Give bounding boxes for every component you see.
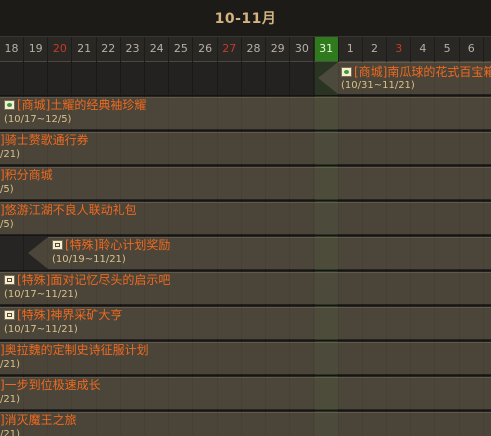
event-date-range: /5)	[0, 219, 14, 230]
event-title[interactable]: ]悠游江湖不良人联动礼包	[0, 203, 137, 217]
event-title[interactable]: ]骑士赘歌通行券	[0, 133, 89, 147]
event-title-text: [特殊]聆心计划奖励	[65, 238, 171, 252]
day-cell: 19	[24, 37, 49, 61]
event-title[interactable]: ]消灭魔王之旅	[0, 413, 77, 427]
event-date-range: /21)	[0, 149, 20, 160]
event-title-text: [特殊]面对记忆尽头的启示吧	[17, 273, 171, 287]
event-date-range: (10/31~11/21)	[341, 80, 415, 91]
day-cell: 23	[121, 37, 145, 61]
shop-icon	[341, 67, 352, 77]
event-row[interactable]: [特殊]聆心计划奖励 (10/19~11/21)	[0, 236, 491, 271]
day-cell: 2	[363, 37, 387, 61]
shop-icon	[4, 100, 15, 110]
event-row[interactable]: [商城]南瓜球的花式百宝箱 (10/31~11/21)	[0, 61, 491, 96]
special-icon	[52, 240, 63, 250]
event-date-range: (10/17~11/21)	[4, 324, 78, 335]
day-cell: 4	[411, 37, 436, 61]
event-date-range: /21)	[0, 359, 20, 370]
event-title[interactable]: [特殊]神界采矿大亨	[4, 308, 122, 322]
day-cell: 18	[0, 37, 24, 61]
event-row[interactable]: ]积分商城/5)	[0, 166, 491, 201]
event-title-text: ]奥拉魏的定制史诗征服计划	[0, 343, 149, 357]
event-title-text: ]积分商城	[0, 168, 53, 182]
day-cell: 5	[436, 37, 460, 61]
event-title-text: ]悠游江湖不良人联动礼包	[0, 203, 137, 217]
event-row[interactable]: ]奥拉魏的定制史诗征服计划/21)	[0, 341, 491, 376]
event-title[interactable]: ]积分商城	[0, 168, 53, 182]
event-row[interactable]: [商城]土耀的经典袖珍耀 (10/17~12/5)	[0, 96, 491, 131]
event-title-text: ]骑士赘歌通行券	[0, 133, 89, 147]
event-title[interactable]: ]一步到位极速成长	[0, 378, 101, 392]
event-calendar: 10-11月 18 19 20 21 22 23 24 25 26 27 28 29 30 31 1 2 3 4 5…	[0, 0, 491, 436]
event-bar[interactable]	[0, 167, 491, 199]
event-title-text: [商城]南瓜球的花式百宝箱	[354, 65, 491, 79]
event-title-text: [商城]土耀的经典袖珍耀	[17, 98, 147, 112]
special-icon	[4, 310, 15, 320]
day-cell: 20	[48, 37, 73, 61]
calendar-header: 10-11月	[0, 0, 491, 36]
event-title-text: ]消灭魔王之旅	[0, 413, 77, 427]
special-icon	[4, 275, 15, 285]
event-title-text: ]一步到位极速成长	[0, 378, 101, 392]
event-start-arrow	[28, 237, 48, 269]
event-title[interactable]: [特殊]面对记忆尽头的启示吧	[4, 273, 170, 287]
day-cell: 24	[145, 37, 170, 61]
day-cell: 22	[97, 37, 121, 61]
event-start-arrow	[318, 62, 338, 94]
event-title[interactable]: [商城]土耀的经典袖珍耀	[4, 98, 146, 112]
event-title-text: [特殊]神界采矿大亨	[17, 308, 123, 322]
event-row[interactable]: [特殊]神界采矿大亨 (10/17~11/21)	[0, 306, 491, 341]
day-header-row: 18 19 20 21 22 23 24 25 26 27 28 29 30 31 1 2 3 4 5 6	[0, 36, 491, 62]
day-cell: 25	[169, 37, 194, 61]
event-row[interactable]: ]消灭魔王之旅/21)	[0, 411, 491, 436]
event-grid: [商城]南瓜球的花式百宝箱 (10/31~11/21) [商城]土耀的经典袖珍耀 (1…	[0, 61, 491, 436]
event-date-range: (10/19~11/21)	[52, 254, 126, 265]
event-date-range: (10/17~12/5)	[4, 114, 72, 125]
day-cell: 30	[290, 37, 315, 61]
event-date-range: /21)	[0, 394, 20, 405]
event-date-range: /21)	[0, 429, 20, 436]
day-cell: 29	[266, 37, 291, 61]
day-cell: 21	[73, 37, 97, 61]
day-cell-today: 31	[314, 37, 339, 61]
event-row[interactable]: ]骑士赘歌通行券/21)	[0, 131, 491, 166]
event-date-range: (10/17~11/21)	[4, 289, 78, 300]
day-cell: 3	[387, 37, 412, 61]
event-row[interactable]: ]悠游江湖不良人联动礼包/5)	[0, 201, 491, 236]
day-cell: 28	[242, 37, 266, 61]
event-row[interactable]: ]一步到位极速成长/21)	[0, 376, 491, 411]
event-title[interactable]: [商城]南瓜球的花式百宝箱	[341, 65, 491, 79]
day-cell: 26	[194, 37, 218, 61]
day-cell: 6	[460, 37, 484, 61]
event-date-range: /5)	[0, 184, 14, 195]
day-cell: 1	[339, 37, 363, 61]
event-title[interactable]: [特殊]聆心计划奖励	[52, 238, 170, 252]
day-cell: 27	[218, 37, 242, 61]
event-title[interactable]: ]奥拉魏的定制史诗征服计划	[0, 343, 149, 357]
event-row[interactable]: [特殊]面对记忆尽头的启示吧 (10/17~11/21)	[0, 271, 491, 306]
month-title: 10-11月	[214, 11, 277, 27]
